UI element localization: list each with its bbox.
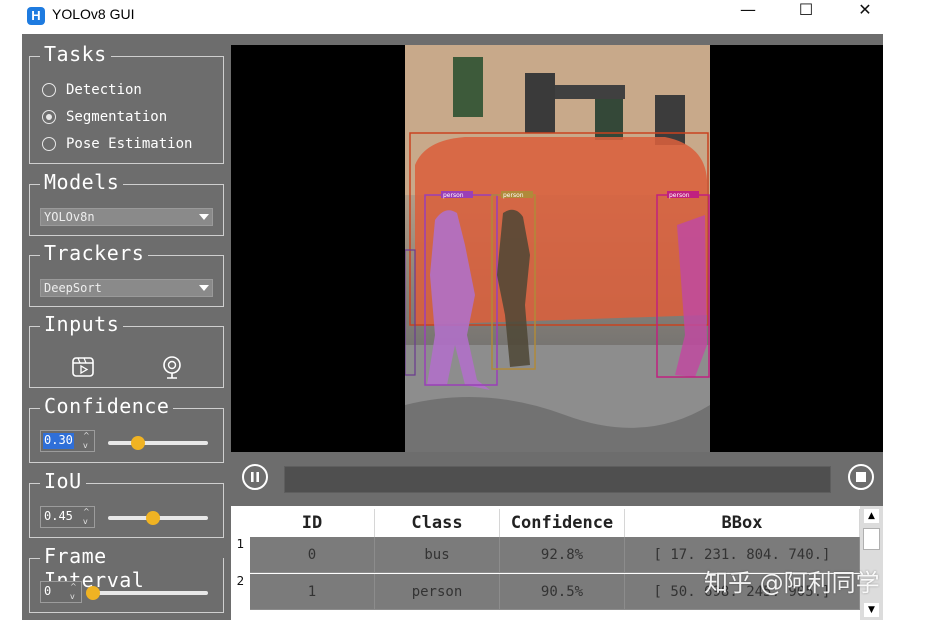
frame-interval-group: Frame Interval 0 ^ v [29,544,224,613]
radio-pose-estimation[interactable]: Pose Estimation [42,135,192,153]
spin-up-icon[interactable]: ^ [83,432,91,440]
minimize-button[interactable]: — [718,0,778,32]
spin-down-icon[interactable]: v [83,442,91,450]
radio-detection-label: Detection [66,82,142,98]
scroll-down-icon[interactable]: ▼ [864,603,879,617]
radio-segmentation-indicator[interactable] [42,110,56,124]
app-logo-icon: H [27,7,45,25]
chevron-down-icon[interactable] [199,285,209,291]
radio-detection[interactable]: Detection [42,81,142,99]
cell-confidence[interactable]: 92.8% [500,537,625,573]
frame-interval-value[interactable]: 0 [43,584,52,600]
tasks-group: Tasks Detection Segmentation Pose Estima… [29,42,224,164]
iou-spinbox[interactable]: 0.45 ^ v [40,506,95,528]
detection-label-2: person [503,192,524,199]
row-number[interactable]: 2 [231,574,250,610]
iou-value[interactable]: 0.45 [43,509,74,525]
confidence-spinbox[interactable]: 0.30 ^ v [40,430,95,452]
cell-class[interactable]: person [375,574,500,610]
radio-pose-label: Pose Estimation [66,136,193,152]
close-button[interactable]: ✕ [835,0,895,32]
video-progress-bar[interactable] [284,466,831,493]
title-bar: H YOLOv8 GUI — ☐ ✕ [0,0,928,32]
header-confidence[interactable]: Confidence [500,509,625,537]
radio-detection-indicator[interactable] [42,83,56,97]
radio-pose-indicator[interactable] [42,137,56,151]
spin-up-icon[interactable]: ^ [83,508,91,516]
models-title: Models [40,170,124,194]
header-class[interactable]: Class [375,509,500,537]
iou-group: IoU 0.45 ^ v [29,469,224,538]
models-group: Models YOLOv8n [29,170,224,236]
main-window: Tasks Detection Segmentation Pose Estima… [22,34,883,620]
window-title: YOLOv8 GUI [52,6,135,22]
spin-arrows[interactable]: ^ v [83,508,91,526]
iou-slider-handle[interactable] [146,511,160,525]
spin-down-icon[interactable]: v [70,593,78,601]
video-file-icon[interactable] [69,353,97,381]
cell-confidence[interactable]: 90.5% [500,574,625,610]
confidence-title: Confidence [40,394,174,418]
webcam-icon[interactable] [158,353,186,381]
radio-segmentation[interactable]: Segmentation [42,108,167,126]
confidence-slider-handle[interactable] [131,436,145,450]
confidence-group: Confidence 0.30 ^ v [29,394,224,463]
scrollbar-thumb[interactable] [863,528,880,550]
detection-label-1: person [443,192,464,199]
playback-controls [231,452,883,504]
confidence-value[interactable]: 0.30 [43,433,74,449]
spin-down-icon[interactable]: v [83,518,91,526]
trackers-group: Trackers DeepSort [29,241,224,307]
pause-icon[interactable] [242,464,268,490]
inputs-group: Inputs [29,312,224,388]
trackers-title: Trackers [40,241,149,265]
radio-segmentation-label: Segmentation [66,109,168,125]
detection-label-3: person [669,192,690,199]
cell-class[interactable]: bus [375,537,500,573]
cell-id[interactable]: 0 [250,537,375,573]
chevron-down-icon[interactable] [199,214,209,220]
iou-title: IoU [40,469,86,493]
scroll-up-icon[interactable]: ▲ [864,509,879,523]
video-display: person person person [231,45,883,452]
watermark: 知乎 @阿利同学 [704,569,880,597]
maximize-button[interactable]: ☐ [776,0,836,32]
segmentation-overlay: person person person [405,45,710,452]
confidence-slider-track[interactable] [108,441,208,445]
frame-interval-slider-handle[interactable] [86,586,100,600]
frame-interval-spinbox[interactable]: 0 ^ v [40,581,82,603]
spin-arrows[interactable]: ^ v [70,583,78,601]
segmentation-frame: person person person [405,45,710,452]
frame-interval-slider-track[interactable] [93,591,208,595]
trackers-selected: DeepSort [44,281,102,295]
models-dropdown[interactable]: YOLOv8n [40,208,213,226]
header-bbox[interactable]: BBox [625,509,860,537]
header-id[interactable]: ID [250,509,375,537]
trackers-dropdown[interactable]: DeepSort [40,279,213,297]
tasks-title: Tasks [40,42,111,66]
spin-up-icon[interactable]: ^ [70,583,78,591]
spin-arrows[interactable]: ^ v [83,432,91,450]
row-number[interactable]: 1 [231,537,250,573]
cell-id[interactable]: 1 [250,574,375,610]
stop-icon[interactable] [848,464,874,490]
models-selected: YOLOv8n [44,210,95,224]
inputs-title: Inputs [40,312,124,336]
